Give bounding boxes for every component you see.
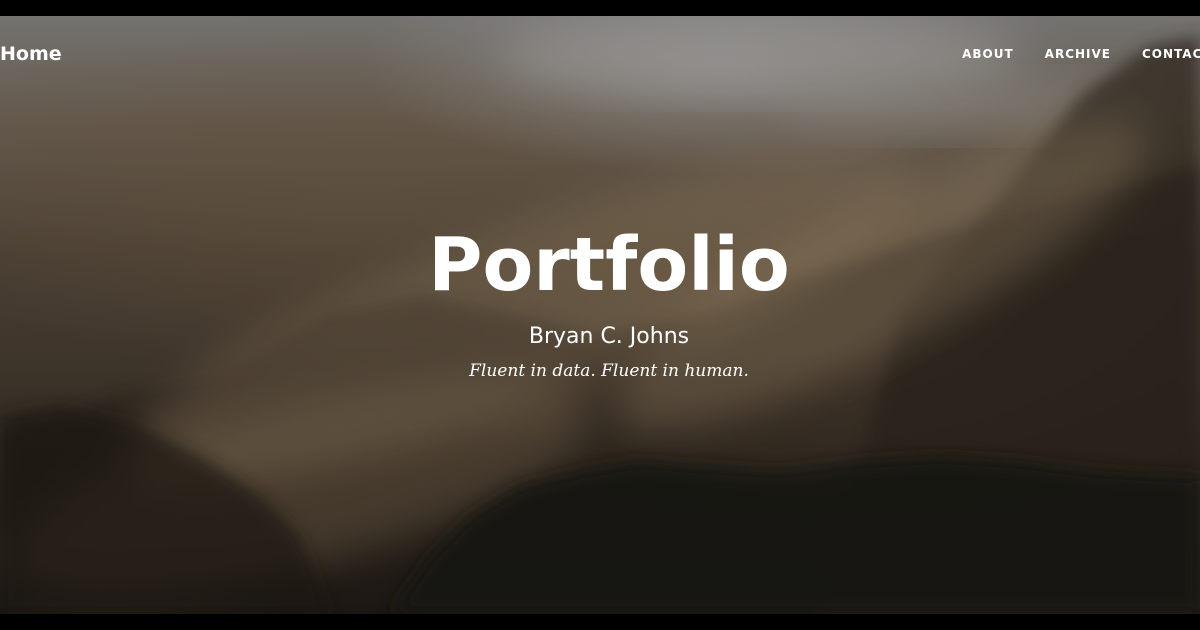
nav-link-contact[interactable]: Contact bbox=[1142, 47, 1200, 61]
author-name: Bryan C. Johns bbox=[528, 324, 690, 349]
hero-background: Home About Archive Contact Portfolio Bry… bbox=[0, 16, 1200, 614]
top-navbar: Home About Archive Contact bbox=[0, 16, 1200, 92]
nav-link-archive[interactable]: Archive bbox=[1045, 47, 1111, 61]
hero-heading-block: Portfolio Bryan C. Johns Fluent in data.… bbox=[0, 216, 1200, 381]
nav-brand-home-link[interactable]: Home bbox=[0, 43, 62, 65]
page-title: Portfolio bbox=[428, 222, 790, 308]
nav-links: About Archive Contact bbox=[962, 47, 1200, 61]
nav-link-about[interactable]: About bbox=[962, 47, 1014, 61]
tagline: Fluent in data. Fluent in human. bbox=[469, 361, 749, 381]
